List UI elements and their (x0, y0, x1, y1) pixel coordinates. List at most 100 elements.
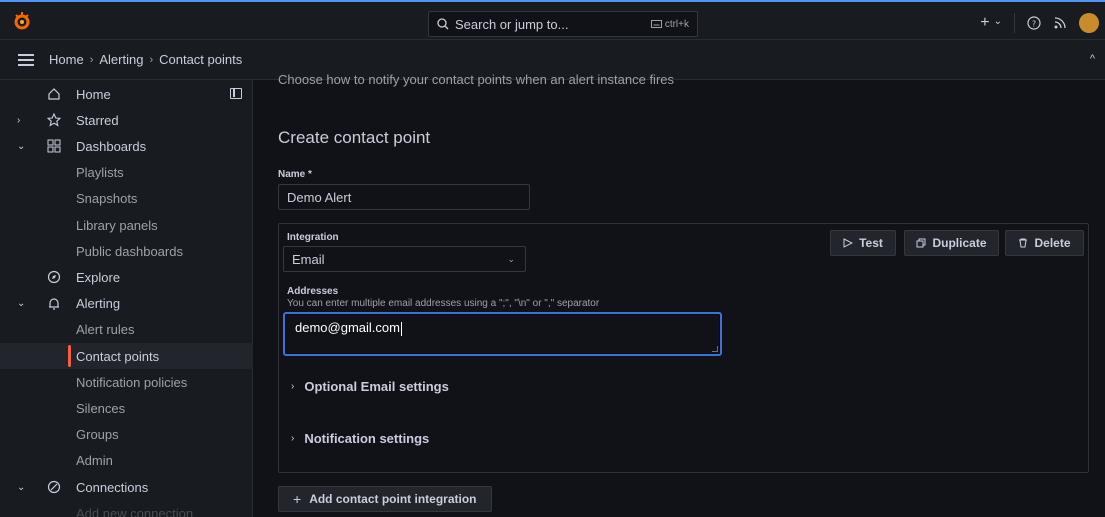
grafana-logo-icon[interactable] (12, 11, 32, 31)
page-title: Create contact point (278, 128, 431, 147)
sidebar-item-connections[interactable]: ⌄ Connections (0, 474, 253, 500)
sidebar-item-dashboards[interactable]: ⌄ Dashboards (0, 133, 253, 159)
sidebar-item-label: Dashboards (76, 138, 147, 154)
sidebar-item-snapshots[interactable]: Snapshots (0, 186, 253, 212)
duplicate-button[interactable]: Duplicate (904, 230, 999, 256)
integration-label: Integration (287, 232, 339, 243)
sidebar-item-label: Library panels (76, 217, 158, 233)
connections-icon (46, 479, 62, 495)
sidebar-item-label: Connections (76, 479, 149, 495)
chevron-down-icon: ⌄ (993, 15, 1002, 27)
integration-select-value: Email (292, 251, 325, 267)
chevron-right-icon[interactable]: › (17, 115, 29, 126)
chevron-down-icon[interactable]: ⌄ (17, 298, 29, 309)
sidebar-item-label: Notification policies (76, 374, 188, 390)
breadcrumb-separator-icon: › (149, 53, 154, 66)
send-icon (843, 238, 854, 248)
top-right-actions: + ⌄ ? (980, 11, 1099, 35)
sidebar-item-add-new-connection[interactable]: Add new connection (0, 500, 253, 517)
search-shortcut-label: ctrl+k (664, 18, 689, 30)
home-icon (46, 86, 62, 102)
breadcrumb: Home › Alerting › Contact points (49, 52, 242, 67)
text-caret (400, 321, 402, 336)
menu-icon[interactable] (18, 53, 34, 66)
sidebar-item-home[interactable]: Home (0, 81, 253, 107)
search-input[interactable]: Search or jump to... ctrl+k (428, 11, 698, 37)
chevron-down-icon: ⌄ (507, 253, 515, 264)
chevron-right-icon: › (291, 433, 295, 444)
sidebar-item-label: Public dashboards (76, 243, 183, 259)
dock-menu-icon[interactable] (230, 88, 242, 99)
test-button-label: Test (859, 236, 883, 250)
optional-email-settings-toggle[interactable]: › Optional Email settings (291, 379, 449, 394)
divider (1014, 13, 1015, 33)
keyboard-icon (650, 20, 662, 28)
test-button[interactable]: Test (830, 230, 896, 256)
search-icon (437, 18, 449, 30)
search-placeholder: Search or jump to... (455, 16, 569, 32)
breadcrumb-separator-icon: › (89, 53, 94, 66)
chevron-right-icon: › (291, 381, 295, 392)
chevron-down-icon[interactable]: ⌄ (17, 482, 29, 493)
sidebar-item-silences[interactable]: Silences (0, 395, 253, 421)
plus-icon: + (980, 14, 990, 31)
sidebar-item-label: Snapshots (76, 191, 138, 207)
sidebar-item-label: Contact points (76, 348, 160, 364)
sidebar-item-alert-rules[interactable]: Alert rules (0, 317, 253, 343)
breadcrumb-home[interactable]: Home (49, 52, 84, 67)
sidebar-item-label: Silences (76, 400, 126, 416)
resize-handle-icon[interactable] (712, 346, 718, 352)
compass-icon (46, 269, 62, 285)
sidebar-item-label: Home (76, 86, 111, 102)
user-avatar[interactable] (1079, 13, 1099, 33)
main-content: Choose how to notify your contact points… (254, 72, 1105, 517)
name-input[interactable]: Demo Alert (278, 184, 530, 210)
sidebar-item-label: Playlists (76, 165, 124, 181)
sidebar-item-label: Alert rules (76, 322, 135, 338)
sidebar-item-public-dashboards[interactable]: Public dashboards (0, 238, 253, 264)
sidebar-item-starred[interactable]: › Starred (0, 107, 253, 133)
notification-settings-label: Notification settings (304, 431, 430, 446)
page-subtitle: Choose how to notify your contact points… (278, 72, 674, 87)
bell-icon (46, 296, 62, 312)
breadcrumb-alerting[interactable]: Alerting (99, 52, 143, 67)
search-shortcut: ctrl+k (650, 18, 689, 30)
addresses-description: You can enter multiple email addresses u… (287, 298, 600, 309)
delete-button[interactable]: Delete (1005, 230, 1084, 256)
addresses-label: Addresses (287, 286, 339, 297)
sidebar-item-contact-points[interactable]: Contact points (0, 343, 253, 369)
help-icon[interactable]: ? (1027, 16, 1041, 30)
sidebar-item-library-panels[interactable]: Library panels (0, 212, 253, 238)
star-icon (46, 112, 62, 128)
sidebar-item-label: Starred (76, 112, 119, 128)
sidebar: Home › Starred ⌄ Dashboards Playlists Snapshot… (0, 80, 253, 517)
sidebar-item-label: Groups (76, 427, 119, 443)
add-contact-point-integration-button[interactable]: + Add contact point integration (278, 486, 492, 512)
chevron-down-icon[interactable]: ⌄ (17, 141, 29, 152)
collapse-chevron-up-icon[interactable]: ^ (1090, 53, 1095, 65)
sidebar-item-label: Alerting (76, 296, 121, 312)
optional-email-settings-label: Optional Email settings (304, 379, 449, 394)
sidebar-item-explore[interactable]: Explore (0, 264, 253, 290)
sidebar-item-playlists[interactable]: Playlists (0, 160, 253, 186)
trash-icon (1019, 238, 1028, 248)
sidebar-item-groups[interactable]: Groups (0, 422, 253, 448)
sidebar-item-label: Admin (76, 453, 113, 469)
notification-settings-toggle[interactable]: › Notification settings (291, 431, 429, 446)
duplicate-button-label: Duplicate (932, 236, 987, 250)
addresses-value: demo@gmail.com (295, 320, 400, 335)
new-button[interactable]: + ⌄ (980, 14, 1002, 32)
copy-icon (916, 238, 926, 248)
delete-button-label: Delete (1034, 236, 1071, 250)
grid-icon (46, 138, 62, 154)
svg-text:?: ? (1032, 20, 1036, 29)
add-integration-label: Add contact point integration (309, 492, 477, 506)
rss-news-icon[interactable] (1053, 16, 1067, 30)
sidebar-item-admin[interactable]: Admin (0, 448, 253, 474)
sidebar-item-alerting[interactable]: ⌄ Alerting (0, 291, 253, 317)
sidebar-item-label: Add new connection (76, 505, 194, 517)
sidebar-item-notification-policies[interactable]: Notification policies (0, 369, 253, 395)
breadcrumb-contact-points: Contact points (159, 52, 243, 67)
integration-select[interactable]: Email ⌄ (283, 246, 526, 272)
addresses-textarea[interactable]: demo@gmail.com (283, 312, 722, 356)
